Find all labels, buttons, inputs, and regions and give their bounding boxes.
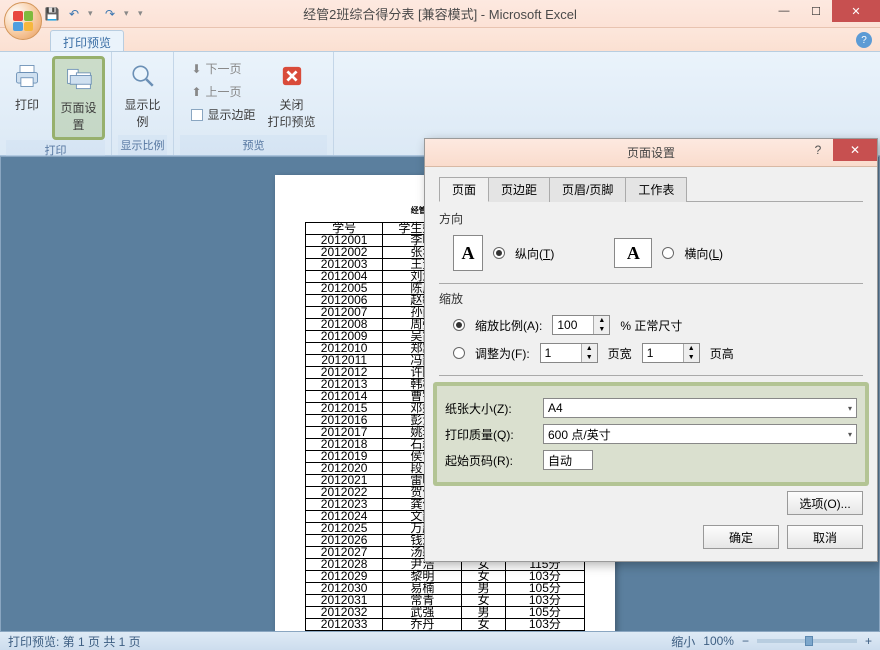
page-setup-button[interactable]: 页面设置 xyxy=(52,56,105,140)
paper-size-value: A4 xyxy=(548,401,563,415)
status-bar: 打印预览: 第 1 页 共 1 页 缩小 100% − + xyxy=(0,632,880,650)
fit-tall-value[interactable] xyxy=(643,344,683,362)
prev-page-button: ⬆上一页 xyxy=(187,81,259,102)
fit-tall-spinner[interactable]: ▲▼ xyxy=(642,343,700,363)
portrait-label: 纵向(T) xyxy=(515,245,554,262)
zoom-plus-button[interactable]: + xyxy=(865,634,872,648)
maximize-button[interactable]: ☐ xyxy=(800,0,832,22)
dialog-tabs: 页面 页边距 页眉/页脚 工作表 xyxy=(439,177,863,202)
portrait-icon: A xyxy=(453,235,483,271)
dialog-close-button[interactable]: ✕ xyxy=(833,139,877,161)
print-label: 打印 xyxy=(15,96,39,113)
save-icon[interactable]: 💾 xyxy=(44,6,60,22)
fit-wide-label: 页宽 xyxy=(608,345,632,362)
adjust-to-label: 缩放比例(A): xyxy=(475,317,542,334)
close-preview-label2: 打印预览 xyxy=(268,113,316,130)
paper-size-label: 纸张大小(Z): xyxy=(445,400,535,417)
close-preview-icon xyxy=(276,60,308,92)
undo-icon[interactable]: ↶ xyxy=(66,6,82,22)
adjust-to-spinner[interactable]: ▲▼ xyxy=(552,315,610,335)
tab-margins[interactable]: 页边距 xyxy=(488,177,550,202)
tab-page[interactable]: 页面 xyxy=(439,177,489,202)
page-setup-label: 页面设置 xyxy=(59,99,98,133)
printer-icon xyxy=(11,60,43,92)
page-setup-icon xyxy=(63,63,95,95)
dialog-help-button[interactable]: ? xyxy=(803,139,833,161)
first-page-input[interactable]: 自动 xyxy=(543,450,593,470)
preview-group-label: 预览 xyxy=(180,135,327,155)
fit-wide-spinner[interactable]: ▲▼ xyxy=(540,343,598,363)
title-bar: 💾 ↶ ▾ ↷ ▾ ▾ 经管2班综合得分表 [兼容模式] - Microsoft E… xyxy=(0,0,880,28)
chevron-down-icon: ▾ xyxy=(848,404,852,413)
dialog-title-bar: 页面设置 ? ✕ xyxy=(425,139,877,167)
adjust-to-value[interactable] xyxy=(553,316,593,334)
dialog-title: 页面设置 xyxy=(627,144,675,161)
scaling-label: 缩放 xyxy=(439,290,863,307)
fit-to-radio[interactable] xyxy=(453,347,465,359)
first-page-label: 起始页码(R): xyxy=(445,452,535,469)
portrait-radio[interactable] xyxy=(493,247,505,259)
print-quality-value: 600 点/英寸 xyxy=(548,426,611,443)
tab-header-footer[interactable]: 页眉/页脚 xyxy=(549,177,626,202)
fit-wide-value[interactable] xyxy=(541,344,581,362)
adjust-to-radio[interactable] xyxy=(453,319,465,331)
zoom-button[interactable]: 显示比例 xyxy=(118,56,167,134)
zoom-slider[interactable] xyxy=(757,639,857,643)
window-title: 经管2班综合得分表 [兼容模式] - Microsoft Excel xyxy=(303,4,577,23)
orientation-group: 方向 A 纵向(T) A 横向(L) xyxy=(439,210,863,275)
adjust-to-suffix: % 正常尺寸 xyxy=(620,317,682,334)
page-setup-dialog: 页面设置 ? ✕ 页面 页边距 页眉/页脚 工作表 方向 A 纵向(T) A 横… xyxy=(424,138,878,562)
print-quality-select[interactable]: 600 点/英寸 ▾ xyxy=(543,424,857,444)
zoom-out-label[interactable]: 缩小 xyxy=(671,633,695,650)
zoom-percent[interactable]: 100% xyxy=(703,634,734,648)
zoom-thumb[interactable] xyxy=(805,636,813,646)
close-button[interactable]: ✕ xyxy=(832,0,880,22)
print-button[interactable]: 打印 xyxy=(6,56,48,117)
ribbon-tabs: 打印预览 xyxy=(0,28,880,52)
next-page-button: ⬇下一页 xyxy=(187,58,259,79)
landscape-icon: A xyxy=(614,238,652,268)
landscape-radio[interactable] xyxy=(662,247,674,259)
orientation-label: 方向 xyxy=(439,210,863,227)
fit-tall-label: 页高 xyxy=(710,345,734,362)
fit-to-label: 调整为(F): xyxy=(475,345,530,362)
qat-customize[interactable]: ▾ xyxy=(138,8,146,19)
close-preview-label1: 关闭 xyxy=(280,96,304,113)
ok-button[interactable]: 确定 xyxy=(703,525,779,549)
show-margins-checkbox[interactable]: 显示边距 xyxy=(187,104,259,125)
status-left: 打印预览: 第 1 页 共 1 页 xyxy=(8,633,141,650)
zoom-label: 显示比例 xyxy=(122,96,163,130)
zoom-group-label: 显示比例 xyxy=(118,135,167,155)
landscape-label: 横向(L) xyxy=(684,245,723,262)
chevron-down-icon: ▾ xyxy=(848,430,852,439)
paper-section-highlight: 纸张大小(Z): A4 ▾ 打印质量(Q): 600 点/英寸 ▾ 起始页码(R):… xyxy=(433,382,869,486)
tab-print-preview[interactable]: 打印预览 xyxy=(50,30,124,51)
office-button[interactable] xyxy=(4,2,42,40)
magnifier-icon xyxy=(127,60,159,92)
minimize-button[interactable]: — xyxy=(768,0,800,22)
arrow-up-icon: ⬆ xyxy=(191,85,201,99)
first-page-value: 自动 xyxy=(548,452,572,469)
scaling-group: 缩放 缩放比例(A): ▲▼ % 正常尺寸 调整为(F): ▲▼ 页宽 ▲▼ 页… xyxy=(439,290,863,367)
print-quality-label: 打印质量(Q): xyxy=(445,426,535,443)
close-preview-button[interactable]: 关闭 打印预览 xyxy=(264,56,320,134)
checkbox-icon xyxy=(191,109,203,121)
redo-dropdown[interactable]: ▾ xyxy=(124,8,132,19)
undo-dropdown[interactable]: ▾ xyxy=(88,8,96,19)
paper-size-select[interactable]: A4 ▾ xyxy=(543,398,857,418)
tab-sheet[interactable]: 工作表 xyxy=(625,177,687,202)
redo-icon[interactable]: ↷ xyxy=(102,6,118,22)
zoom-minus-button[interactable]: − xyxy=(742,634,749,648)
options-button[interactable]: 选项(O)... xyxy=(787,491,863,515)
help-icon[interactable]: ? xyxy=(856,32,872,48)
arrow-down-icon: ⬇ xyxy=(191,62,201,76)
cancel-button[interactable]: 取消 xyxy=(787,525,863,549)
